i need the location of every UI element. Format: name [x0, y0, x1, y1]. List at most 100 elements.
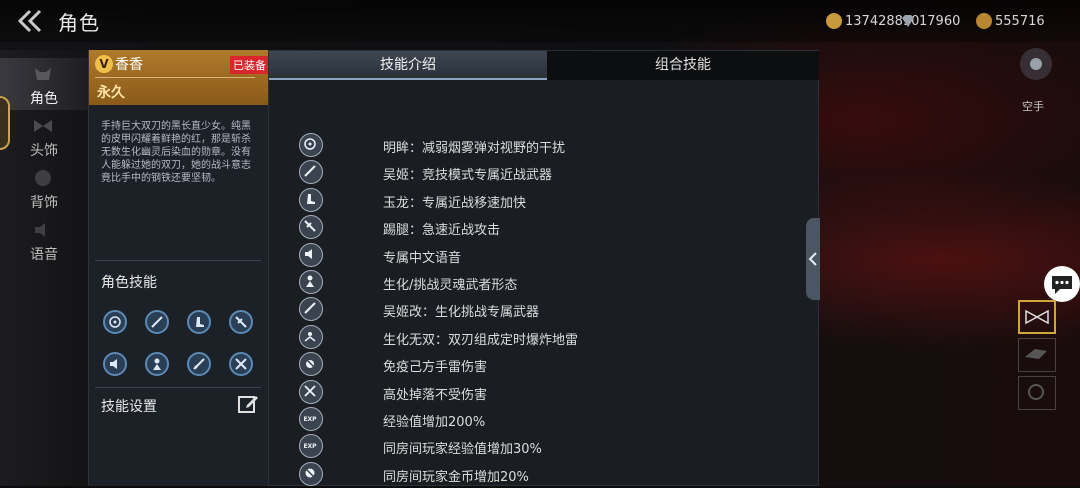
- skill-description: 吴姬改：生化挑战专属武器: [383, 305, 540, 321]
- currency-value: 555716: [995, 13, 1045, 29]
- header-divider: [95, 77, 255, 78]
- skill-panel: 技能介绍 组合技能 明眸：减弱烟雾弹对视野的干扰 吴姬：竞技模式专属近战武器玉龙：…: [268, 50, 819, 486]
- character-icon: [35, 68, 51, 80]
- skill-row: EXP 经验值增加200%: [269, 406, 820, 433]
- diamond-icon: [902, 15, 914, 27]
- skill-description: 免疫己方手雷伤害: [383, 360, 488, 376]
- skill-row: 生化无双：双刃组成定时爆炸地雷: [269, 324, 820, 351]
- gamepad-icon: [1030, 58, 1042, 70]
- voice-icon: [299, 242, 323, 267]
- room-gold-icon: [299, 461, 323, 486]
- skill-voice-icon[interactable]: [103, 352, 127, 376]
- back-button[interactable]: [16, 8, 46, 34]
- skill-row: 踢腿：急速近战攻击: [269, 214, 820, 241]
- gold-coin-icon: [826, 13, 842, 29]
- skill-row: 同房间玩家金币增加20%: [269, 461, 820, 488]
- gamepad-button[interactable]: [1020, 48, 1052, 80]
- skill-kick-icon[interactable]: [229, 310, 253, 334]
- skill-description: 踢腿：急速近战攻击: [383, 223, 501, 239]
- section-divider: [95, 260, 261, 261]
- speaker-icon: [35, 223, 45, 237]
- skill-blade-mod-icon[interactable]: [187, 352, 211, 376]
- skill-description: 同房间玩家经验值增加30%: [383, 442, 542, 458]
- skill-description: 经验值增加200%: [383, 415, 486, 430]
- nav-item-character[interactable]: 角色: [0, 58, 88, 110]
- currency-value: 17960: [919, 13, 961, 29]
- wings-icon: [35, 170, 51, 186]
- svg-text:EXP: EXP: [303, 443, 317, 450]
- dual-blade-mine-icon: [299, 324, 323, 349]
- grenade-immune-icon: [299, 352, 323, 377]
- soul-warrior-icon: [299, 270, 323, 294]
- back-chevron-icon: [17, 9, 42, 33]
- currency-points: 555716: [976, 12, 1045, 30]
- page-title: 角色: [58, 11, 100, 35]
- collapse-panel-button[interactable]: [806, 218, 820, 300]
- nav-label: 头饰: [30, 143, 58, 159]
- skill-settings-label: 技能设置: [101, 399, 157, 415]
- crosshair-icon: [299, 133, 323, 157]
- skill-crosshair-icon[interactable]: [103, 310, 127, 334]
- accessory-icon: [1028, 384, 1044, 400]
- edit-icon[interactable]: [237, 393, 259, 415]
- character-name: 香香: [115, 57, 143, 73]
- chat-icon: [1052, 276, 1072, 294]
- skill-row: 生化/挑战灵魂武者形态: [269, 269, 820, 296]
- boot-icon: [299, 187, 323, 212]
- skill-description: 高处掉落不受伤害: [383, 387, 488, 403]
- character-description: 手持巨大双刀的黑长直少女。纯黑的皮甲闪耀着鲜艳的红，那是斩杀无数生化幽灵后染血的…: [101, 121, 251, 184]
- chat-button[interactable]: [1044, 266, 1080, 302]
- character-card: V 香香 已装备 永久 手持巨大双刀的黑长直少女。纯黑的皮甲闪耀着鲜艳的红，那是…: [88, 50, 269, 486]
- vip-badge: V: [95, 55, 113, 73]
- character-skills-title: 角色技能: [101, 275, 157, 291]
- slot-wings[interactable]: [1018, 338, 1056, 372]
- skill-row: 吴姬改：生化挑战专属武器: [269, 296, 820, 323]
- skill-row: EXP 同房间玩家经验值增加30%: [269, 433, 820, 460]
- currency-diamond: 17960: [900, 12, 960, 30]
- nav-item-headwear[interactable]: 头饰: [0, 110, 88, 162]
- skill-blade-icon[interactable]: [145, 310, 169, 334]
- skill-description: 明眸：减弱烟雾弹对视野的干扰: [383, 141, 566, 156]
- skill-row: 吴姬：竞技模式专属近战武器: [269, 159, 820, 186]
- point-coin-icon: [976, 13, 992, 29]
- blade-icon: [299, 297, 323, 322]
- skill-soul-warrior-icon[interactable]: [145, 352, 169, 376]
- fall-immune-icon: [299, 379, 323, 404]
- skill-row: 明眸：减弱烟雾弹对视野的干扰: [269, 132, 820, 159]
- skill-description: 专属中文语音: [383, 250, 462, 266]
- unarmed-label[interactable]: 空手: [1022, 98, 1044, 114]
- slot-accessory[interactable]: [1018, 376, 1056, 410]
- exp-icon: EXP: [299, 407, 323, 431]
- top-bar: 角色 137428890 17960 555716: [0, 0, 1080, 42]
- nav-item-voice[interactable]: 语音: [0, 214, 88, 266]
- bow-icon: [1025, 309, 1049, 325]
- svg-text:EXP: EXP: [303, 416, 317, 423]
- skill-row: 玉龙：专属近战移速加快: [269, 187, 820, 214]
- slot-bow[interactable]: [1018, 300, 1056, 334]
- bow-icon: [34, 120, 52, 132]
- blade-icon: [299, 160, 323, 185]
- section-divider: [95, 387, 261, 388]
- skill-boot-icon[interactable]: [187, 310, 211, 334]
- skill-row: 专属中文语音: [269, 242, 820, 269]
- skill-dual-blade-mine-icon[interactable]: [229, 352, 253, 376]
- skill-description: 生化无双：双刃组成定时爆炸地雷: [383, 332, 579, 348]
- left-nav: 角色 头饰 背饰 语音: [0, 50, 88, 486]
- skill-description: 吴姬：竞技模式专属近战武器: [383, 168, 553, 184]
- skill-row: 高处掉落不受伤害: [269, 379, 820, 406]
- wings-icon: [1025, 349, 1047, 359]
- equipped-badge: 已装备: [230, 56, 269, 74]
- tab-skill-intro[interactable]: 技能介绍: [269, 51, 547, 80]
- nav-item-backwear[interactable]: 背饰: [0, 162, 88, 214]
- skill-row: 免疫己方手雷伤害: [269, 351, 820, 378]
- nav-label: 角色: [30, 91, 58, 107]
- room-exp-icon: EXP: [299, 434, 323, 459]
- tab-combo-skills[interactable]: 组合技能: [547, 51, 819, 80]
- skill-description: 同房间玩家金币增加20%: [383, 469, 529, 485]
- kick-icon: [299, 215, 323, 240]
- character-duration: 永久: [97, 85, 125, 101]
- skill-description: 生化/挑战灵魂武者形态: [383, 278, 518, 293]
- nav-selection-marker: [0, 96, 10, 150]
- character-header: V 香香 已装备 永久: [89, 50, 269, 105]
- chevron-left-icon: [808, 252, 817, 266]
